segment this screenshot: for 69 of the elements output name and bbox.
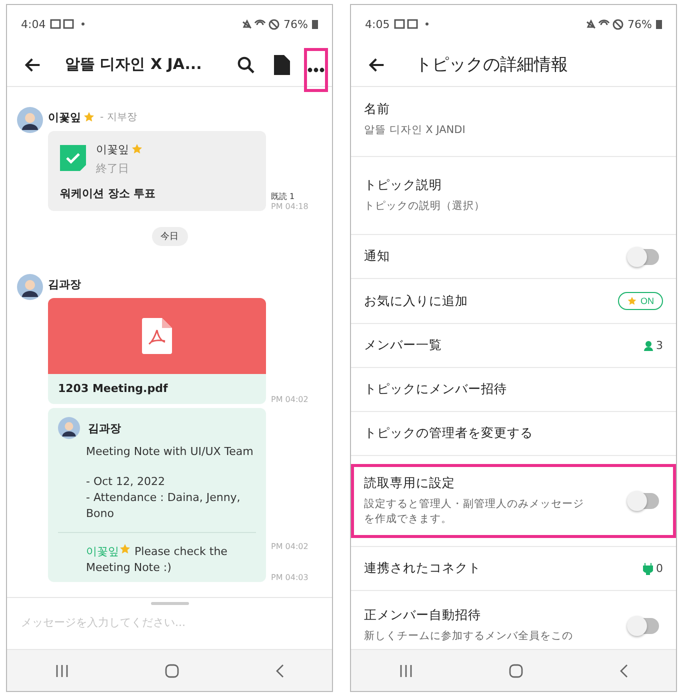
poll-author: 이꽃잎 [96, 142, 129, 156]
battery-level: 76% [628, 18, 652, 30]
file-card[interactable]: 1203 Meeting.pdf [48, 298, 266, 404]
recent-apps-icon[interactable] [55, 664, 70, 676]
battery-icon [656, 19, 662, 29]
date-divider: 今日 [152, 227, 188, 246]
topic-title[interactable]: 알뜰 디자인 X JA... [65, 55, 202, 74]
search-icon[interactable] [236, 54, 256, 74]
message-time: PM 04:02 [271, 395, 308, 404]
back-icon[interactable] [620, 664, 628, 678]
pdf-file-icon [142, 318, 172, 354]
settings-row[interactable]: 連携されたコネクト 0 [351, 547, 676, 591]
battery-level: 76% [284, 18, 308, 30]
sender-name: 이꽃잎 [48, 110, 81, 124]
avatar-icon [58, 417, 80, 439]
poll-status: 終了日 [96, 161, 130, 176]
settings-row[interactable]: トピックにメンバー招待 [351, 368, 676, 412]
row-label: お気に入りに追加 [364, 292, 469, 310]
checkbox-icon [60, 144, 86, 170]
row-label: メンバー一覧 [364, 337, 443, 354]
row-label: 連携されたコネクト [364, 560, 482, 577]
home-icon[interactable] [509, 664, 524, 678]
row-label: 通知 [364, 248, 391, 265]
plug-icon [643, 562, 653, 574]
status-time: 4:04 [21, 18, 46, 30]
row-description: 設定すると管理人・副管理人のみメッセージを作成できます。 [364, 497, 585, 527]
row-label: トピックの管理者を変更する [364, 425, 534, 442]
message-input[interactable]: メッセージを入力してください... [19, 615, 320, 630]
comment-time: PM 04:02 [271, 542, 308, 551]
row-label: 名前 [364, 101, 391, 118]
person-icon [644, 340, 653, 350]
comment-author: 김과장 [88, 420, 121, 436]
more-icon[interactable] [306, 66, 325, 72]
settings-row[interactable]: トピックの管理者を変更する [351, 412, 676, 456]
comment-text: - Oct 12, 2022 - Attendance : Daina, Jenny, Bono [85, 474, 242, 522]
file-icon[interactable] [274, 54, 290, 74]
home-icon[interactable] [165, 664, 180, 678]
status-time: 4:05 [365, 18, 390, 30]
comment-text: Meeting Note with UI/UX Team [85, 444, 254, 460]
avatar-icon [17, 274, 43, 300]
row-value: トピックの説明（選択） [364, 199, 486, 214]
row-label: トピック説明 [364, 177, 443, 194]
sender-role: - 지부장 [100, 111, 137, 124]
row-label: 読取専用に設定 [364, 475, 456, 492]
row-label: 正メンバー自動招待 [364, 607, 482, 624]
member-count: 3 [656, 339, 663, 352]
status-icons [586, 18, 624, 30]
poll-card[interactable]: 이꽃잎 終了日 워케이션 장소 투표 [48, 131, 266, 211]
battery-icon [312, 19, 318, 29]
row-description: 新しくチームに参加するメンバ全員をこの [364, 629, 574, 644]
back-icon[interactable] [276, 664, 284, 678]
avatar-icon [17, 107, 43, 133]
poll-title: 워케이션 장소 투표 [60, 186, 157, 201]
more-button[interactable] [304, 48, 328, 92]
star-icon [626, 296, 636, 306]
file-name: 1203 Meeting.pdf [57, 381, 169, 397]
settings-row[interactable]: メンバー一覧 3 [351, 324, 676, 368]
screen-title: トピックの詳細情報 [415, 54, 568, 76]
read-count: 既読 1 [271, 191, 296, 202]
row-label: トピックにメンバー招待 [364, 381, 508, 398]
message-time: PM 04:18 [271, 202, 308, 211]
row-value: 알뜰 디자인 X JANDI [364, 123, 466, 138]
settings-row[interactable]: お気に入りに追加 ON [351, 279, 676, 324]
status-icons [242, 18, 280, 30]
comment-text: 이꽃잎 Please check the Meeting Note :) [85, 543, 228, 576]
connect-count: 0 [656, 562, 663, 575]
recent-apps-icon[interactable] [399, 664, 414, 676]
comment-time: PM 04:03 [271, 573, 308, 582]
sender-name: 김과장 [48, 276, 81, 292]
